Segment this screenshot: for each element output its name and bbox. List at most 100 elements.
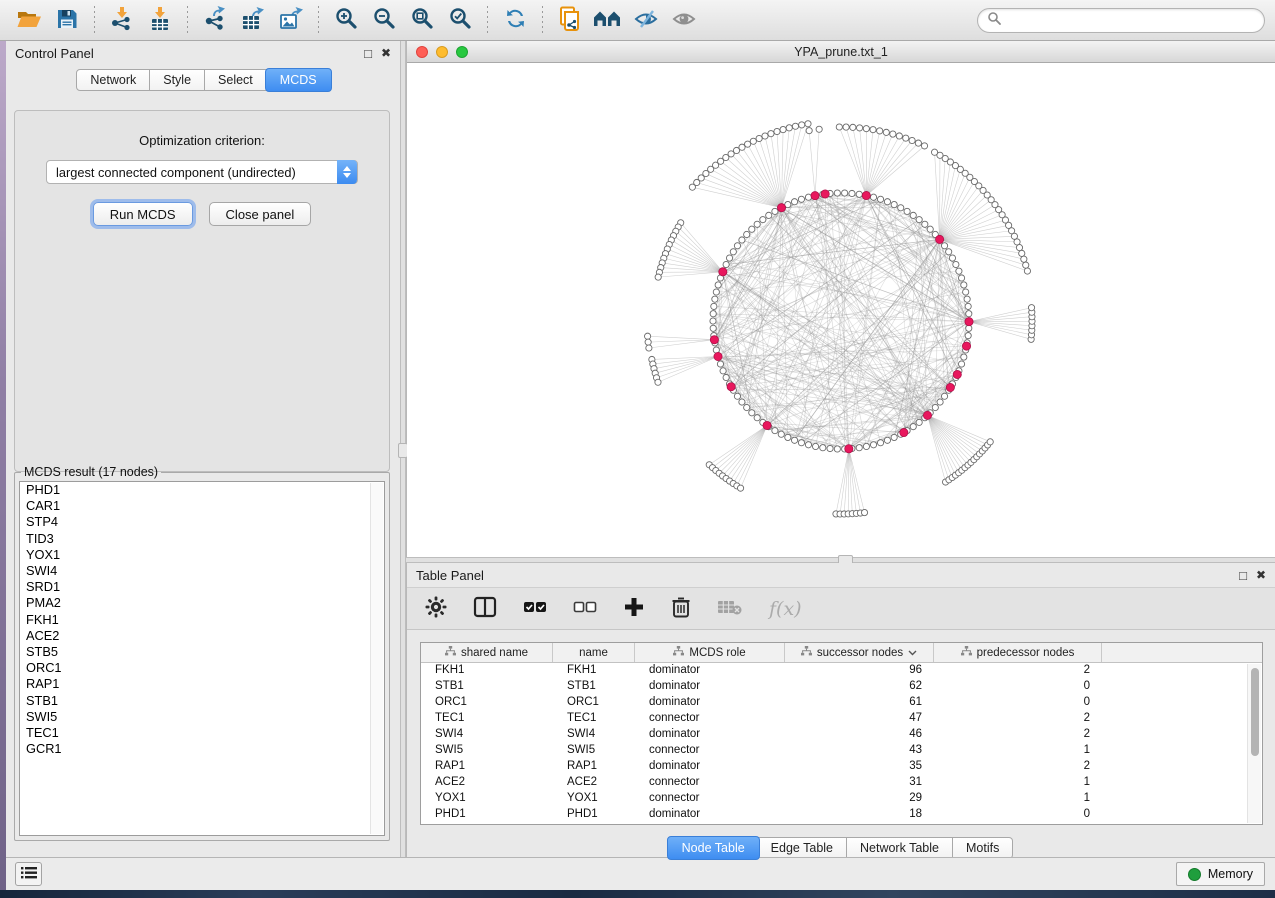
save-session-button[interactable] [49,3,85,37]
run-mcds-button[interactable]: Run MCDS [93,202,193,226]
mcds-result-list[interactable]: PHD1CAR1STP4TID3YOX1SWI4SRD1PMA2FKH1ACE2… [19,481,385,836]
mcds-hub-node[interactable] [710,336,718,344]
network-node[interactable] [949,255,955,261]
network-node[interactable] [890,131,896,137]
mcds-result-item[interactable]: SWI4 [20,563,384,579]
network-node[interactable] [915,140,921,146]
zoom-in-button[interactable] [328,3,364,37]
function-builder-button[interactable]: f(x) [769,598,802,620]
table-settings-button[interactable] [425,596,447,621]
table-row[interactable]: TEC1TEC1connector472 [421,711,1262,727]
network-node[interactable] [798,196,804,202]
show-column-panel-button[interactable] [473,596,497,621]
network-node[interactable] [946,249,952,255]
network-node[interactable] [963,289,969,295]
network-node[interactable] [910,212,916,218]
network-node[interactable] [964,296,970,302]
mcds-hub-node[interactable] [936,235,944,243]
tab-select[interactable]: Select [205,69,267,91]
mcds-hub-node[interactable] [946,383,954,391]
mcds-result-item[interactable]: PHD1 [20,482,384,498]
network-node[interactable] [780,126,786,132]
tab-style[interactable]: Style [150,69,205,91]
table-row[interactable]: RAP1RAP1dominator352 [421,759,1262,775]
network-node[interactable] [806,128,812,134]
network-node[interactable] [689,184,695,190]
network-node[interactable] [891,201,897,207]
network-node[interactable] [863,443,869,449]
network-node[interactable] [723,261,729,267]
network-node[interactable] [744,231,750,237]
network-node[interactable] [870,442,876,448]
show-all-button[interactable] [666,3,702,37]
mcds-hub-node[interactable] [719,268,727,276]
import-table-button[interactable] [142,3,178,37]
tab-network[interactable]: Network [76,69,150,91]
network-node[interactable] [711,303,717,309]
network-node[interactable] [842,190,848,196]
network-node[interactable] [778,431,784,437]
network-node[interactable] [836,124,842,130]
delete-column-button[interactable] [671,596,691,621]
network-graph[interactable] [407,63,1275,557]
mcds-result-item[interactable]: ORC1 [20,660,384,676]
network-node[interactable] [870,194,876,200]
table-row[interactable]: FKH1FKH1dominator962 [421,663,1262,679]
network-node[interactable] [750,138,756,144]
network-node[interactable] [958,361,964,367]
mcds-result-item[interactable]: CAR1 [20,498,384,514]
network-node[interactable] [655,379,661,385]
criterion-select[interactable]: largest connected component (undirected) [46,160,358,184]
network-node[interactable] [937,399,943,405]
mcds-hub-node[interactable] [923,411,931,419]
task-history-button[interactable] [15,862,42,886]
network-node[interactable] [904,208,910,214]
mcds-result-item[interactable]: RAP1 [20,676,384,692]
network-node[interactable] [898,205,904,211]
network-node[interactable] [850,124,856,130]
mcds-result-item[interactable]: SWI5 [20,709,384,725]
network-node[interactable] [961,282,967,288]
first-neighbors-button[interactable] [590,3,626,37]
network-node[interactable] [766,212,772,218]
network-node[interactable] [734,243,740,249]
network-node[interactable] [754,221,760,227]
close-panel-icon[interactable]: ✖ [381,47,391,60]
network-node[interactable] [883,129,889,135]
network-node[interactable] [644,333,650,339]
mcds-hub-node[interactable] [953,370,961,378]
network-node[interactable] [861,509,867,515]
network-node[interactable] [798,440,804,446]
create-column-button[interactable] [623,596,645,621]
network-window-titlebar[interactable]: YPA_prune.txt_1 [407,41,1275,63]
search-input[interactable] [1006,13,1255,27]
table-row[interactable]: SWI4SWI4dominator462 [421,727,1262,743]
network-node[interactable] [816,126,822,132]
network-node[interactable] [723,374,729,380]
zoom-selected-button[interactable] [442,3,478,37]
scrollbar-thumb[interactable] [1251,668,1259,756]
zoom-out-button[interactable] [366,3,402,37]
network-node[interactable] [774,128,780,134]
zoom-fit-button[interactable] [404,3,440,37]
close-panel-button[interactable]: Close panel [209,202,312,226]
mcds-result-item[interactable]: STB5 [20,644,384,660]
network-node[interactable] [891,434,897,440]
table-scrollbar[interactable] [1247,664,1261,823]
network-node[interactable] [739,399,745,405]
table-row[interactable]: ORC1ORC1dominator610 [421,695,1262,711]
network-node[interactable] [987,439,993,445]
network-node[interactable] [762,133,768,139]
network-node[interactable] [756,135,762,141]
mcds-result-item[interactable]: FKH1 [20,612,384,628]
network-node[interactable] [1028,305,1034,311]
network-node[interactable] [820,445,826,451]
mcds-hub-node[interactable] [811,192,819,200]
network-node[interactable] [953,261,959,267]
column-header-shared-name[interactable]: shared name [421,643,553,662]
network-node[interactable] [805,442,811,448]
table-row[interactable]: PHD1PHD1dominator180 [421,807,1262,823]
network-node[interactable] [961,354,967,360]
mcds-hub-node[interactable] [845,445,853,453]
mcds-result-item[interactable]: SRD1 [20,579,384,595]
